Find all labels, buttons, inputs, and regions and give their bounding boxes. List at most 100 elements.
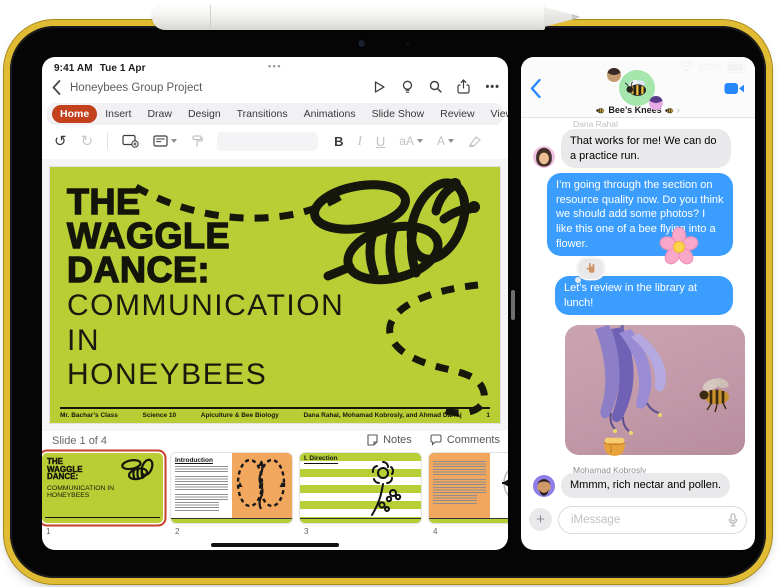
slide-subtitle: COMMUNICATION IN HONEYBEES xyxy=(67,289,345,391)
microphone-icon[interactable] xyxy=(728,513,738,532)
split-view-divider-handle[interactable] xyxy=(511,290,515,320)
status-bar-left: 9:41 AM Tue 1 Apr xyxy=(54,63,146,74)
facetime-video-icon[interactable] xyxy=(724,82,745,100)
share-icon[interactable] xyxy=(457,79,471,94)
slide-1-editor[interactable]: THE WAGGLE DANCE: COMMUNICATION IN HONEY… xyxy=(50,167,500,423)
more-menu-icon[interactable]: ••• xyxy=(485,81,500,93)
back-chevron-icon[interactable] xyxy=(52,80,61,95)
ipad-device: 9:41 AM Tue 1 Apr ••• Honeybees Group Pro… xyxy=(10,26,766,578)
footer-page-number: 1 xyxy=(486,412,490,419)
thumbnail-number: 4 xyxy=(433,527,438,536)
font-color-caret-icon xyxy=(448,139,454,143)
honey-pot-sticker xyxy=(601,433,628,463)
tab-insert[interactable]: Insert xyxy=(97,105,139,123)
thumbnail-strip: THE WAGGLE DANCE: COMMUNICATION IN HONEY… xyxy=(42,453,508,545)
multitasking-dots-left[interactable]: ••• xyxy=(268,61,282,71)
imessage-input[interactable] xyxy=(569,508,704,532)
thumbnail-number: 3 xyxy=(304,527,309,536)
powerpoint-nav-bar: Honeybees Group Project ••• xyxy=(42,75,508,101)
italic-icon[interactable]: I xyxy=(358,133,362,149)
bee-icon xyxy=(664,107,673,113)
thumbnail-slide-3[interactable]: I. Direction xyxy=(300,453,421,523)
powerpoint-window: 9:41 AM Tue 1 Apr ••• Honeybees Group Pro… xyxy=(42,57,508,550)
tapback-love-you-gesture[interactable] xyxy=(575,257,605,283)
text-size-icon[interactable]: aA xyxy=(399,134,423,148)
home-indicator[interactable] xyxy=(211,542,339,547)
mini-slide-title: THE WAGGLE DANCE: xyxy=(47,457,83,482)
redo-icon[interactable]: ↻ xyxy=(81,134,94,149)
notes-button[interactable]: Notes xyxy=(367,434,412,446)
mini-bee-icon xyxy=(121,458,154,481)
message-sent: Let’s review in the library at lunch! xyxy=(555,276,733,316)
footer-authors: Dana Rahal, Mohamad Kobrosly, and Ahmad … xyxy=(303,412,462,419)
flower-sticker xyxy=(659,227,699,272)
new-slide-icon[interactable] xyxy=(122,134,139,148)
footer-teacher: Mr. Bachar’s Class xyxy=(60,412,118,419)
toolbar-divider xyxy=(107,133,109,149)
font-name-field[interactable] xyxy=(217,131,319,151)
photo-message-bee-flower[interactable] xyxy=(565,325,745,455)
back-chevron-icon[interactable] xyxy=(530,78,541,103)
bold-icon[interactable]: B xyxy=(334,134,343,149)
format-painter-icon[interactable] xyxy=(191,134,203,148)
designer-lightbulb-icon[interactable] xyxy=(401,80,414,94)
notes-icon xyxy=(367,434,378,446)
undo-icon[interactable]: ↺ xyxy=(54,134,67,149)
tab-slideshow[interactable]: Slide Show xyxy=(364,105,433,123)
chevron-right-icon: › xyxy=(676,105,680,115)
hand-drawn-bee-illustration xyxy=(310,178,480,285)
bee-icon xyxy=(596,107,605,113)
thumbnail-number: 1 xyxy=(46,527,51,536)
tab-home[interactable]: Home xyxy=(52,105,98,123)
footer-unit: Apiculture & Bee Biology xyxy=(200,412,279,419)
status-time: 9:41 AM xyxy=(54,63,93,74)
thumbnail-3-heading: I. Direction xyxy=(304,455,338,464)
underline-icon[interactable]: U xyxy=(376,134,385,149)
waggle-dance-diagram xyxy=(236,458,285,510)
message-sent: I’m going through the section on resourc… xyxy=(547,173,733,257)
comments-button[interactable]: Comments xyxy=(430,434,500,446)
message-received: That works for me! We can do a practice … xyxy=(561,129,731,169)
tab-design[interactable]: Design xyxy=(180,105,229,123)
apple-pencil-tip xyxy=(544,7,574,27)
tab-animations[interactable]: Animations xyxy=(296,105,364,123)
plus-button[interactable]: + xyxy=(529,508,552,531)
slide-status-row: Slide 1 of 4 Notes Comments xyxy=(42,433,508,451)
status-date: Tue 1 Apr xyxy=(99,63,146,74)
group-name-row[interactable]: Bee’s Knees › xyxy=(521,105,755,115)
document-title: Honeybees Group Project xyxy=(70,82,203,94)
tab-transitions[interactable]: Transitions xyxy=(229,105,296,123)
flower-doodle xyxy=(371,461,402,516)
group-member-avatar-1[interactable] xyxy=(607,68,621,82)
imessage-field[interactable] xyxy=(558,506,747,534)
tab-draw[interactable]: Draw xyxy=(139,105,180,123)
slide-title: THE WAGGLE DANCE: xyxy=(66,181,230,291)
conversation-header: Bee’s Knees › xyxy=(521,57,755,118)
apple-pencil-point xyxy=(572,14,580,20)
tab-view[interactable]: View xyxy=(483,105,508,123)
thumbnail-slide-4[interactable] xyxy=(429,453,508,523)
slide-canvas: THE WAGGLE DANCE: COMMUNICATION IN HONEY… xyxy=(42,159,508,431)
apple-pencil-cap-line xyxy=(210,5,211,29)
avatar-mohamad[interactable] xyxy=(533,475,555,497)
text-size-caret-icon xyxy=(416,139,423,143)
thumbnail-number: 2 xyxy=(175,527,180,536)
flower-photo xyxy=(595,325,729,435)
thumbnail-slide-1[interactable]: THE WAGGLE DANCE: COMMUNICATION IN HONEY… xyxy=(42,453,163,523)
tab-review[interactable]: Review xyxy=(432,105,482,123)
camera-indicator-dot xyxy=(406,43,409,46)
search-icon[interactable] xyxy=(429,80,443,93)
bee-icon xyxy=(624,80,647,96)
font-color-icon[interactable]: A xyxy=(437,134,454,148)
thumbnail-2-heading: Introduction xyxy=(175,457,213,464)
mini-slide-subtitle: COMMUNICATION IN HONEYBEES xyxy=(47,485,115,500)
layout-caret-icon xyxy=(171,139,178,143)
highlighter-icon[interactable] xyxy=(468,135,482,147)
thumbnail-slide-2[interactable]: Introduction xyxy=(171,453,292,523)
slideshow-play-icon[interactable] xyxy=(372,80,386,94)
group-member-avatar-2[interactable] xyxy=(649,96,663,110)
layout-icon[interactable] xyxy=(153,135,178,147)
avatar-dana[interactable] xyxy=(533,146,555,168)
ribbon-tab-bar: Home Insert Draw Design Transitions Anim… xyxy=(47,103,508,125)
formatting-toolbar: ↺ ↻ B I U aA A xyxy=(42,127,508,155)
